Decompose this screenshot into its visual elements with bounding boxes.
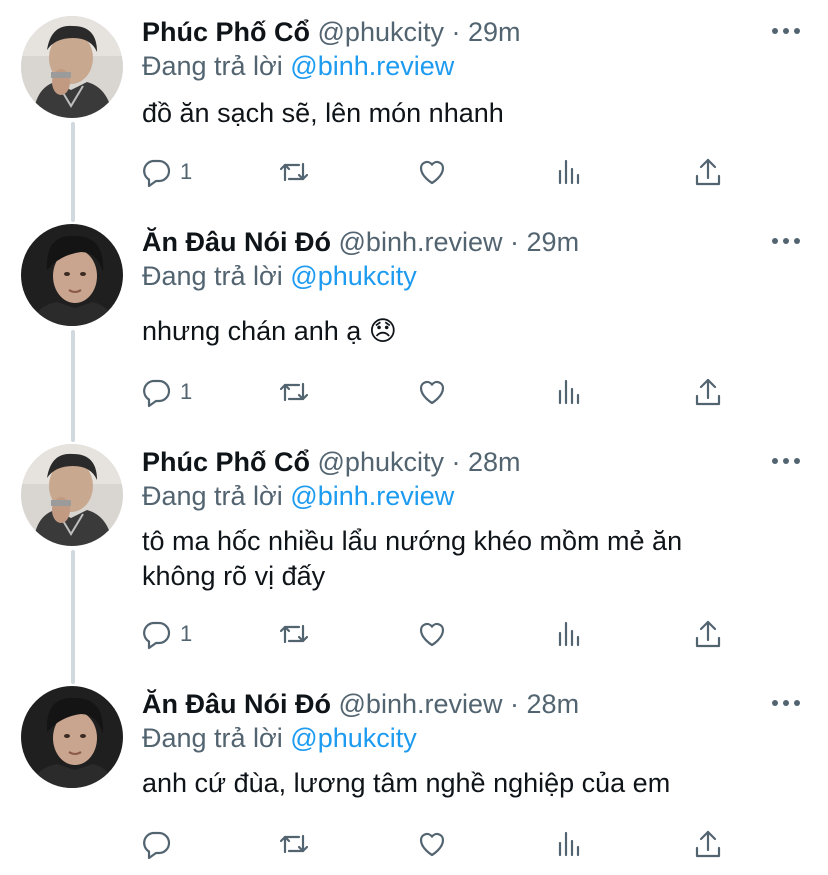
retweet-button[interactable]	[278, 374, 310, 410]
separator: ·	[510, 689, 520, 719]
reply-button[interactable]: 1	[140, 374, 192, 410]
replying-to: Đang trả lời @phukcity	[142, 720, 417, 756]
analytics-icon	[558, 379, 580, 405]
avatar-phuc	[21, 16, 123, 118]
author-handle[interactable]: @binh.review	[339, 227, 503, 257]
analytics-icon	[558, 621, 580, 647]
views-button[interactable]	[554, 374, 586, 410]
timestamp[interactable]: 28m	[468, 447, 521, 477]
share-button[interactable]	[692, 616, 724, 652]
reply-count: 1	[180, 159, 193, 184]
reply-mention-link[interactable]: @binh.review	[290, 481, 454, 511]
tweet-header: Phúc Phố Cổ @phukcity · 29m	[142, 14, 521, 50]
like-button[interactable]	[416, 616, 448, 652]
replying-to: Đang trả lời @phukcity	[142, 258, 417, 294]
analytics-icon	[558, 831, 580, 857]
reply-button[interactable]	[140, 826, 180, 862]
heart-icon	[419, 832, 445, 857]
heart-icon	[419, 380, 445, 405]
avatar-phuc	[21, 444, 123, 546]
share-button[interactable]	[692, 826, 724, 862]
like-button[interactable]	[416, 154, 448, 190]
reply-mention-link[interactable]: @binh.review	[290, 51, 454, 81]
reply-count: 1	[180, 621, 193, 646]
reply-prefix: Đang trả lời	[142, 51, 283, 81]
share-button[interactable]	[692, 374, 724, 410]
avatar-binh	[21, 224, 123, 326]
tweet-text: nhưng chán anh ạ 😞	[142, 316, 397, 346]
timestamp[interactable]: 28m	[527, 689, 580, 719]
replying-to: Đang trả lời @binh.review	[142, 48, 454, 84]
share-button[interactable]	[692, 154, 724, 190]
retweet-icon	[279, 624, 309, 644]
author-handle[interactable]: @phukcity	[318, 447, 444, 477]
thread-line	[71, 550, 75, 684]
heart-icon	[419, 160, 445, 185]
separator: ·	[451, 17, 461, 47]
action-bar: 1	[140, 616, 730, 652]
tweet-header: Ăn Đâu Nói Đó @binh.review · 29m	[142, 224, 579, 260]
tweet-text: đồ ăn sạch sẽ, lên món nhanh	[142, 98, 504, 128]
tweet-text: anh cứ đùa, lương tâm nghề nghiệp của em	[142, 768, 671, 798]
author-name[interactable]: Ăn Đâu Nói Đó	[142, 689, 331, 719]
author-handle[interactable]: @binh.review	[339, 689, 503, 719]
share-icon	[695, 620, 721, 648]
reply-prefix: Đang trả lời	[142, 723, 283, 753]
views-button[interactable]	[554, 616, 586, 652]
share-icon	[695, 830, 721, 858]
more-icon[interactable]	[772, 28, 800, 36]
replying-to: Đang trả lời @binh.review	[142, 478, 454, 514]
avatar[interactable]	[21, 444, 123, 546]
author-handle[interactable]: @phukcity	[318, 17, 444, 47]
timestamp[interactable]: 29m	[468, 17, 521, 47]
separator: ·	[451, 447, 461, 477]
retweet-button[interactable]	[278, 154, 310, 190]
reply-icon	[143, 379, 171, 408]
tweet-header: Phúc Phố Cổ @phukcity · 28m	[142, 444, 521, 480]
share-icon	[695, 158, 721, 186]
author-name[interactable]: Ăn Đâu Nói Đó	[142, 227, 331, 257]
avatar[interactable]	[21, 16, 123, 118]
views-button[interactable]	[554, 154, 586, 190]
reply-icon	[143, 621, 171, 650]
reply-icon	[143, 831, 171, 860]
timestamp[interactable]: 29m	[527, 227, 580, 257]
thread-line	[71, 330, 75, 442]
action-bar: 1	[140, 374, 730, 410]
reply-mention-link[interactable]: @phukcity	[290, 723, 416, 753]
tweet-text: tô ma hốc nhiều lẩu nướng khéo mồm mẻ ăn…	[142, 526, 683, 591]
reply-prefix: Đang trả lời	[142, 481, 283, 511]
avatar[interactable]	[21, 686, 123, 788]
like-button[interactable]	[416, 374, 448, 410]
reply-button[interactable]: 1	[140, 616, 192, 652]
reply-icon	[143, 159, 171, 188]
retweet-icon	[279, 162, 309, 182]
reply-mention-link[interactable]: @phukcity	[290, 261, 416, 291]
more-icon[interactable]	[772, 458, 800, 466]
retweet-button[interactable]	[278, 826, 310, 862]
like-button[interactable]	[416, 826, 448, 862]
tweet-header: Ăn Đâu Nói Đó @binh.review · 28m	[142, 686, 579, 722]
avatar-binh	[21, 686, 123, 788]
analytics-icon	[558, 159, 580, 185]
action-bar: 1	[140, 154, 730, 190]
more-icon[interactable]	[772, 700, 800, 708]
share-icon	[695, 378, 721, 406]
more-icon[interactable]	[772, 238, 800, 246]
reply-button[interactable]: 1	[140, 154, 192, 190]
reply-count: 1	[180, 379, 193, 404]
author-name[interactable]: Phúc Phố Cổ	[142, 17, 310, 47]
author-name[interactable]: Phúc Phố Cổ	[142, 447, 310, 477]
avatar[interactable]	[21, 224, 123, 326]
retweet-button[interactable]	[278, 616, 310, 652]
views-button[interactable]	[554, 826, 586, 862]
action-bar	[140, 826, 730, 862]
retweet-icon	[279, 382, 309, 402]
retweet-icon	[279, 834, 309, 854]
separator: ·	[510, 227, 520, 257]
thread-line	[71, 122, 75, 222]
reply-prefix: Đang trả lời	[142, 261, 283, 291]
heart-icon	[419, 622, 445, 647]
